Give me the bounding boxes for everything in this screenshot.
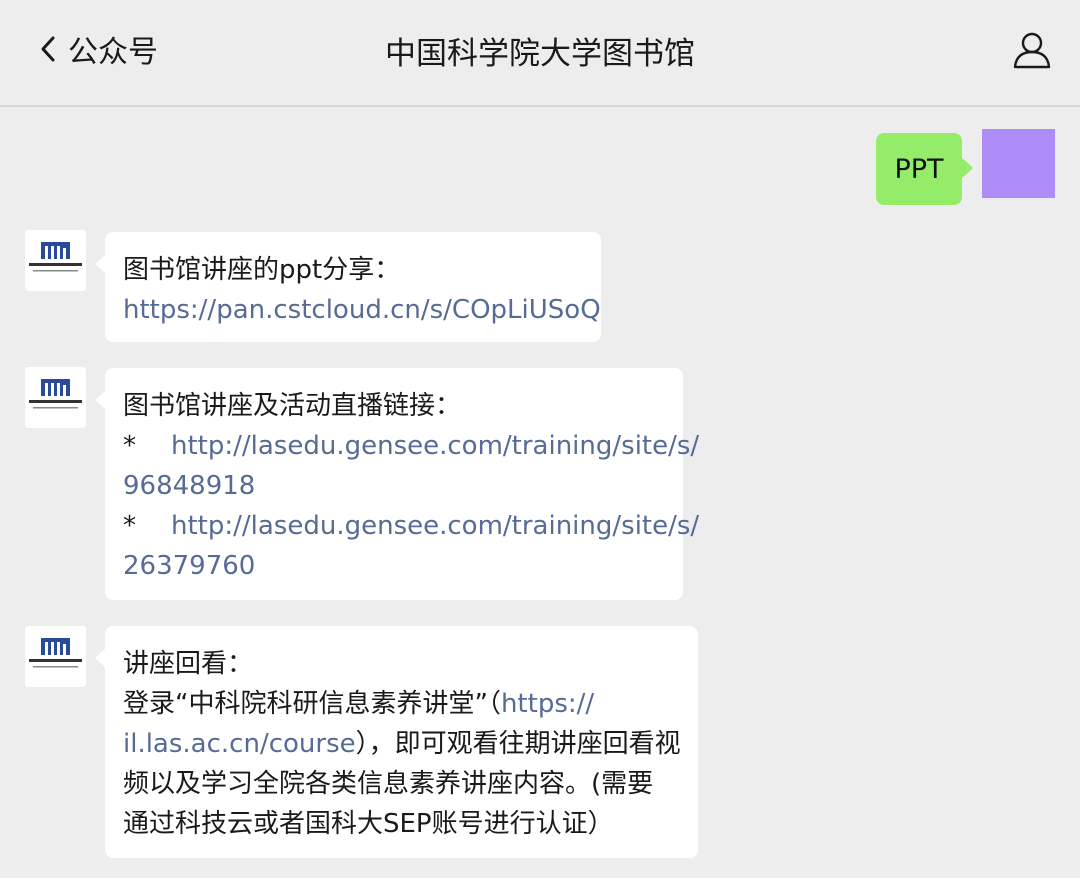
- account-avatar[interactable]: [25, 230, 86, 291]
- bullet-marker: *: [123, 511, 136, 541]
- profile-button[interactable]: [1012, 30, 1052, 70]
- message-text: ），即可观看往期讲座回看视: [355, 729, 681, 759]
- message-link[interactable]: 96848918: [123, 466, 665, 506]
- message-text: 频以及学习全院各类信息素养讲座内容。(需要: [123, 769, 654, 799]
- incoming-message-bubble[interactable]: 图书馆讲座及活动直播链接： * http://lasedu.gensee.com/…: [95, 368, 699, 600]
- message-link[interactable]: http://lasedu.gensee.com/training/site/s…: [171, 511, 699, 541]
- message-text: 图书馆讲座的ppt分享：: [123, 255, 401, 285]
- library-logo-icon: [25, 367, 86, 428]
- library-logo-icon: [25, 230, 86, 291]
- person-outline-icon: [1012, 32, 1052, 74]
- message-link[interactable]: http://lasedu.gensee.com/training/site/s…: [171, 431, 699, 461]
- incoming-message-bubble[interactable]: 图书馆讲座的ppt分享： https://pan.cstcloud.cn/s/C…: [95, 232, 601, 342]
- message-text: PPT: [894, 153, 944, 185]
- message-link[interactable]: https://pan.cstcloud.cn/s/COpLiUSoQ: [123, 290, 601, 330]
- message-text: 通过科技云或者国科大SEP账号进行认证）: [123, 809, 614, 839]
- chat-title: 中国科学院大学图书馆: [385, 36, 695, 72]
- message-text: 图书馆讲座及活动直播链接：: [123, 391, 462, 421]
- incoming-message-bubble[interactable]: 讲座回看： 登录“中科院科研信息素养讲堂”（https:// il.las.ac…: [95, 626, 698, 858]
- message-link[interactable]: https://: [501, 689, 594, 719]
- top-bar: 公众号 中国科学院大学图书馆: [0, 0, 1080, 107]
- message-text: 登录“中科院科研信息素养讲堂”（: [123, 689, 501, 719]
- message-link[interactable]: il.las.ac.cn/course: [123, 729, 356, 759]
- account-avatar[interactable]: [25, 367, 86, 428]
- bullet-marker: *: [123, 431, 136, 461]
- library-logo-icon: [25, 626, 86, 687]
- self-avatar[interactable]: [982, 129, 1055, 198]
- message-link[interactable]: 26379760: [123, 546, 665, 586]
- outgoing-message-bubble[interactable]: PPT: [876, 133, 973, 205]
- account-avatar[interactable]: [25, 626, 86, 687]
- message-text: 讲座回看：: [123, 649, 254, 679]
